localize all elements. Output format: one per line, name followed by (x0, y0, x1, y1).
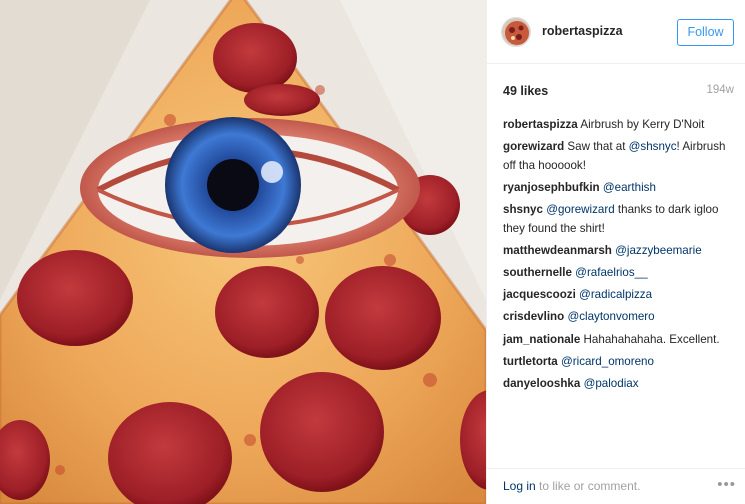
comment: southernelle @rafaelrios__ (503, 264, 735, 283)
comments-list: robertaspizza Airbrush by Kerry D'Noit g… (503, 116, 735, 397)
comment-user[interactable]: ryanjosephbufkin (503, 181, 600, 194)
comment-mention[interactable]: @rafaelrios__ (575, 266, 647, 279)
comment-user[interactable]: matthewdeanmarsh (503, 244, 612, 257)
likes-count[interactable]: 49 likes (503, 84, 548, 98)
comment-text: Airbrush by Kerry D'Noit (577, 118, 705, 131)
login-prompt: Log in to like or comment. (503, 479, 640, 493)
comment-mention[interactable]: @palodiax (584, 377, 639, 390)
comment-user[interactable]: jam_nationale (503, 333, 580, 346)
comment: crisdevlino @claytonvomero (503, 308, 735, 327)
comment: ryanjosephbufkin @earthish (503, 179, 735, 198)
comment-text: Saw that at (564, 140, 629, 154)
login-link[interactable]: Log in (503, 479, 536, 493)
post-time[interactable]: 194w (707, 84, 735, 96)
comment-user[interactable]: southernelle (503, 266, 572, 279)
post-sidebar: robertaspizza Follow 49 likes 194w rober… (486, 0, 745, 504)
login-prompt-text: to like or comment. (535, 479, 641, 493)
ellipsis-icon[interactable]: ••• (717, 476, 736, 493)
comment-mention[interactable]: @shsnyc (629, 140, 677, 153)
comment: matthewdeanmarsh @jazzybeemarie (503, 242, 735, 261)
comment: danyelooshka @palodiax (503, 375, 735, 394)
avatar[interactable] (501, 17, 531, 47)
comment-user[interactable]: gorewizard (503, 140, 564, 153)
comment-text: Hahahahahaha. Excellent. (580, 332, 720, 346)
comment-mention[interactable]: @jazzybeemarie (615, 244, 702, 257)
comment-user[interactable]: robertaspizza (503, 118, 578, 131)
avatar-image (502, 18, 530, 46)
comment-mention[interactable]: @ricard_omoreno (561, 355, 654, 368)
comment-user[interactable]: jacquescoozi (503, 288, 576, 301)
post-photo[interactable] (0, 0, 486, 504)
comment: gorewizard Saw that at @shsnyc! Airbrush… (503, 138, 735, 175)
comment: jacquescoozi @radicalpizza (503, 286, 735, 305)
comment: shsnyc @gorewizard thanks to dark igloo … (503, 201, 735, 238)
username[interactable]: robertaspizza (542, 24, 623, 38)
post-header: robertaspizza Follow (487, 0, 745, 64)
follow-button[interactable]: Follow (677, 19, 734, 46)
comment: jam_nationale Hahahahahaha. Excellent. (503, 331, 735, 350)
comment-mention[interactable]: @earthish (603, 181, 656, 194)
comment-user[interactable]: crisdevlino (503, 310, 564, 323)
comment: turtletorta @ricard_omoreno (503, 353, 735, 372)
comment-mention[interactable]: @gorewizard (546, 203, 614, 216)
pizza-eye-image (0, 0, 486, 504)
comment: robertaspizza Airbrush by Kerry D'Noit (503, 116, 735, 135)
comment-user[interactable]: shsnyc (503, 203, 543, 216)
comment-user[interactable]: turtletorta (503, 355, 558, 368)
comment-mention[interactable]: @radicalpizza (579, 288, 652, 301)
comment-user[interactable]: danyelooshka (503, 377, 580, 390)
post-footer: Log in to like or comment. ••• (487, 468, 745, 504)
comment-mention[interactable]: @claytonvomero (567, 310, 654, 323)
post-meta: 49 likes 194w (487, 64, 745, 112)
